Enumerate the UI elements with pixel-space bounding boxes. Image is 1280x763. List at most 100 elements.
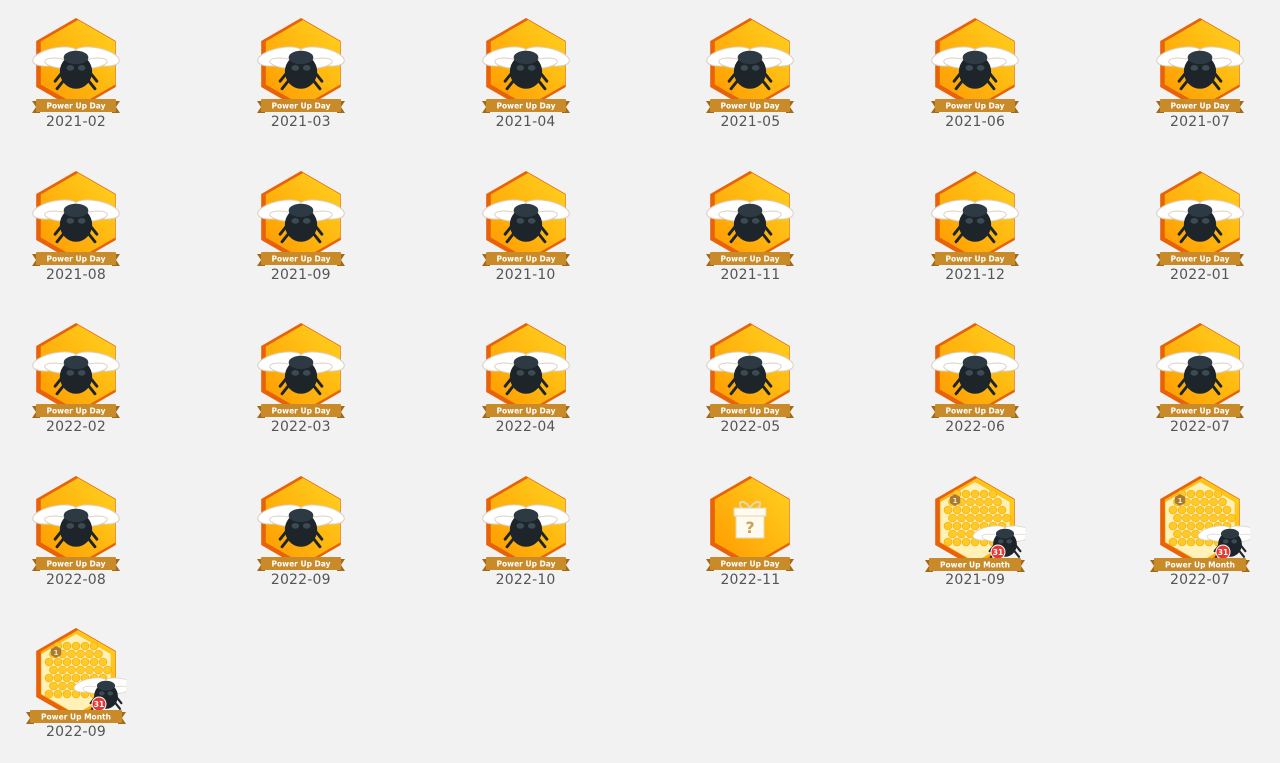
power-up-day-badge[interactable]: Power Up Day [476, 319, 576, 423]
badge-label: Power Up Day [271, 559, 330, 568]
badge-date: 2022-07 [1170, 571, 1230, 588]
power-up-day-badge[interactable]: Power Up Day [26, 14, 126, 118]
badge-label: Power Up Day [721, 254, 780, 263]
power-up-day-badge[interactable]: Power Up Day [26, 167, 126, 271]
power-up-day-badge[interactable]: Power Up Day [476, 167, 576, 271]
power-up-day-badge[interactable]: Power Up Day [700, 319, 800, 423]
badge-item[interactable]: Power Up Day 2021-11 [680, 157, 820, 297]
power-up-day-badge[interactable]: Power Up Day [26, 319, 126, 423]
power-up-day-badge[interactable]: Power Up Day [1150, 14, 1250, 118]
svg-text:31: 31 [94, 700, 104, 709]
power-up-month-badge[interactable]: 1 31 Power Up Month [925, 472, 1026, 576]
badge-label: Power Up Month [940, 560, 1010, 569]
badge-label: Power Up Day [496, 102, 555, 111]
power-up-day-badge[interactable]: Power Up Day [700, 14, 800, 118]
mystery-badge[interactable]: ? Power Up Day [700, 472, 800, 576]
power-up-day-badge[interactable]: Power Up Day [925, 14, 1025, 118]
badge-label: Power Up Day [721, 559, 780, 568]
power-up-month-badge[interactable]: 1 31 Power Up Month [26, 624, 126, 728]
svg-text:1: 1 [54, 649, 59, 657]
badge-item[interactable]: Power Up Day 2021-02 [6, 4, 146, 144]
badge-label: Power Up Day [946, 102, 1005, 111]
badge-date: 2022-11 [720, 571, 781, 588]
power-up-day-badge[interactable]: Power Up Day [925, 167, 1025, 271]
badge-grid: Power Up Day 2021-02 Power Up Day 2021-03 Po… [0, 0, 1280, 763]
badge-item[interactable]: Power Up Day 2022-08 [6, 462, 146, 602]
badge-item[interactable]: ? Power Up Day 2022-11 [680, 462, 820, 602]
badge-date: 2022-02 [46, 419, 106, 436]
badge-item[interactable]: Power Up Day 2022-01 [1130, 157, 1270, 297]
badge-item[interactable]: Power Up Day 2022-09 [231, 462, 371, 602]
power-up-day-badge[interactable]: Power Up Day [251, 472, 351, 576]
svg-text:31: 31 [1218, 548, 1228, 557]
power-up-day-badge[interactable]: Power Up Day [700, 167, 800, 271]
power-up-day-badge[interactable]: Power Up Day [251, 14, 351, 118]
badge-item[interactable]: Power Up Day 2022-06 [905, 309, 1045, 449]
power-up-day-badge[interactable]: Power Up Day [1150, 167, 1250, 271]
badge-item[interactable]: Power Up Day 2022-04 [456, 309, 596, 449]
badge-item[interactable]: Power Up Day 2022-02 [6, 309, 146, 449]
badge-label: Power Up Day [496, 254, 555, 263]
badge-item[interactable]: Power Up Day 2021-10 [456, 157, 596, 297]
badge-date: 2021-04 [495, 114, 556, 130]
badge-label: Power Up Day [271, 407, 330, 416]
power-up-day-badge[interactable]: Power Up Day [476, 472, 576, 576]
badge-item[interactable]: Power Up Day 2021-06 [905, 4, 1045, 144]
badge-item[interactable]: 1 31 Power Up Month 2022-09 [6, 614, 146, 754]
badge-date: 2022-05 [720, 419, 781, 436]
badge-date: 2022-07 [1170, 419, 1230, 436]
badge-date: 2021-11 [720, 266, 781, 283]
svg-text:31: 31 [993, 548, 1003, 557]
month-end-marker: 31 [1215, 544, 1231, 560]
badge-label: Power Up Day [47, 407, 106, 416]
badge-item[interactable]: Power Up Day 2021-03 [231, 4, 371, 144]
badge-date: 2022-09 [270, 571, 331, 588]
badge-item[interactable]: Power Up Day 2021-05 [680, 4, 820, 144]
badge-item[interactable]: Power Up Day 2021-07 [1130, 4, 1270, 144]
power-up-day-badge[interactable]: Power Up Day [26, 472, 126, 576]
badge-date: 2021-08 [46, 266, 106, 283]
badge-label: Power Up Day [47, 102, 106, 111]
badge-item[interactable]: Power Up Day 2021-08 [6, 157, 146, 297]
badge-label: Power Up Day [271, 102, 330, 111]
badge-label: Power Up Day [271, 254, 330, 263]
svg-text:1: 1 [953, 497, 958, 505]
question-mark: ? [746, 518, 755, 537]
power-up-day-badge[interactable]: Power Up Day [925, 319, 1025, 423]
badge-date: 2022-04 [495, 419, 556, 436]
badge-label: Power Up Month [41, 713, 111, 722]
badge-item[interactable]: Power Up Day 2021-09 [231, 157, 371, 297]
badge-date: 2022-08 [46, 571, 106, 588]
badge-label: Power Up Month [1165, 560, 1235, 569]
badge-label: Power Up Day [721, 102, 780, 111]
badge-date: 2022-06 [945, 419, 1006, 436]
badge-date: 2022-01 [1170, 266, 1230, 283]
badge-label: Power Up Day [1171, 407, 1230, 416]
badge-item[interactable]: Power Up Day 2022-10 [456, 462, 596, 602]
badge-label: Power Up Day [47, 254, 106, 263]
badge-label: Power Up Day [47, 559, 106, 568]
badge-item[interactable]: Power Up Day 2022-03 [231, 309, 371, 449]
badge-item[interactable]: Power Up Day 2022-07 [1130, 309, 1270, 449]
badge-label: Power Up Day [496, 407, 555, 416]
power-up-day-badge[interactable]: Power Up Day [251, 319, 351, 423]
power-up-month-badge[interactable]: 1 31 Power Up Month [1150, 472, 1250, 576]
power-up-day-badge[interactable]: Power Up Day [1150, 319, 1250, 423]
badge-date: 2022-09 [46, 724, 106, 741]
badge-item[interactable]: 1 31 Power Up Month 2021-09 [905, 462, 1045, 602]
power-up-day-badge[interactable]: Power Up Day [476, 14, 576, 118]
badge-item[interactable]: Power Up Day 2022-05 [680, 309, 820, 449]
badge-label: Power Up Day [721, 407, 780, 416]
power-up-day-badge[interactable]: Power Up Day [251, 167, 351, 271]
badge-date: 2021-07 [1170, 114, 1230, 130]
month-end-marker: 31 [990, 544, 1006, 560]
badge-label: Power Up Day [1171, 254, 1230, 263]
badge-date: 2021-02 [46, 114, 106, 130]
badge-item[interactable]: 1 31 Power Up Month 2022-07 [1130, 462, 1270, 602]
badge-item[interactable]: Power Up Day 2021-12 [905, 157, 1045, 297]
badge-date: 2021-09 [270, 266, 331, 283]
badge-item[interactable]: Power Up Day 2021-04 [456, 4, 596, 144]
month-end-marker: 31 [91, 696, 107, 712]
badge-date: 2021-05 [720, 114, 781, 130]
badge-date: 2021-06 [945, 114, 1006, 130]
